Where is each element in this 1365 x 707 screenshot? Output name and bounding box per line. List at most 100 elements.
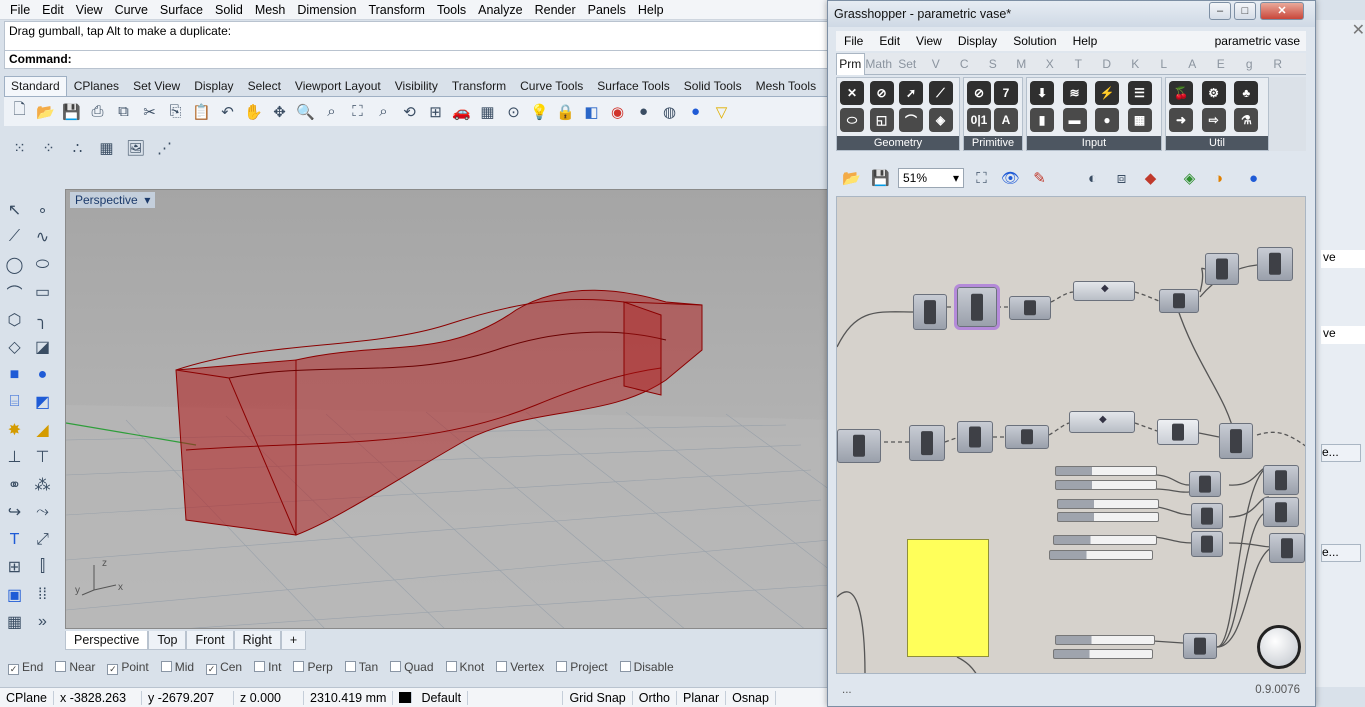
transform-icon[interactable]: ◢ xyxy=(31,418,54,441)
points-icon[interactable]: ∴ xyxy=(66,137,89,160)
open-folder-icon[interactable]: 📂 xyxy=(34,100,57,123)
component-icon[interactable]: 0|1 xyxy=(967,108,991,132)
boolean-icon[interactable]: ✸ xyxy=(3,418,26,441)
osnap-checkbox[interactable]: ✓ xyxy=(107,664,119,675)
osnap-int[interactable]: Int xyxy=(254,660,281,674)
move-icon[interactable]: ✥ xyxy=(268,100,291,123)
four-view-icon[interactable]: ⊞ xyxy=(424,100,447,123)
component-icon[interactable]: ⊘ xyxy=(869,81,894,105)
array-grid-icon[interactable]: ▦ xyxy=(3,611,26,634)
tab-curve-tools[interactable]: Curve Tools xyxy=(513,76,590,96)
gh-tab-r[interactable]: R xyxy=(1264,57,1293,71)
gh-component-node[interactable] xyxy=(837,429,881,463)
circle-icon[interactable]: ◯ xyxy=(3,253,26,276)
number-slider[interactable] xyxy=(1057,499,1159,509)
menu-item-help[interactable]: Help xyxy=(632,3,670,17)
yellow-panel-node[interactable] xyxy=(907,539,989,657)
viewport-menu-chevron-icon[interactable]: ▾ xyxy=(141,193,150,207)
menu-item-surface[interactable]: Surface xyxy=(154,3,209,17)
sphere-icon[interactable]: ● xyxy=(31,363,54,386)
tab-mesh-tools[interactable]: Mesh Tools xyxy=(749,76,823,96)
osnap-checkbox[interactable] xyxy=(496,661,508,672)
status-layer[interactable]: Default xyxy=(393,690,564,705)
gh-component-node[interactable] xyxy=(1183,633,1217,659)
osnap-point[interactable]: ✓ Point xyxy=(107,660,149,675)
grid-points-icon[interactable]: ▦ xyxy=(95,137,118,160)
box-icon[interactable]: ■ xyxy=(3,363,26,386)
explode-icon[interactable]: ⁂ xyxy=(31,473,54,496)
osnap-perp[interactable]: Perp xyxy=(293,660,333,674)
osnap-checkbox[interactable]: ✓ xyxy=(8,664,19,675)
bake-icon[interactable]: ◈ xyxy=(1178,167,1201,190)
mesh-icon[interactable]: ◩ xyxy=(31,391,54,414)
osnap-end[interactable]: ✓ End xyxy=(8,660,43,675)
dimension-icon[interactable]: ⤢ xyxy=(31,528,54,551)
gh-tab-m[interactable]: M xyxy=(1007,57,1036,71)
gh-component-node[interactable] xyxy=(1257,247,1293,281)
tab-surface-tools[interactable]: Surface Tools xyxy=(590,76,677,96)
gh-menu-help[interactable]: Help xyxy=(1065,34,1106,48)
osnap-checkbox[interactable] xyxy=(293,661,305,672)
car-icon[interactable]: 🚗 xyxy=(450,100,473,123)
component-icon[interactable]: ◱ xyxy=(869,108,894,132)
viewport-title[interactable]: Perspective ▾ xyxy=(70,192,156,208)
tab-standard[interactable]: Standard xyxy=(4,76,67,96)
osnap-checkbox[interactable] xyxy=(556,661,568,672)
component-icon[interactable]: ➜ xyxy=(1169,108,1193,132)
group-icon[interactable]: ▣ xyxy=(3,583,26,606)
more-tools-icon[interactable]: » xyxy=(31,611,54,634)
gh-component-node[interactable] xyxy=(1263,465,1299,495)
component-icon[interactable]: ⬭ xyxy=(840,108,864,132)
panel-button-1[interactable]: e... xyxy=(1321,444,1361,462)
grid-dots-icon[interactable]: ⁞⁞ xyxy=(31,583,54,606)
trim-icon[interactable]: ⊤ xyxy=(31,446,54,469)
gh-component-node[interactable] xyxy=(913,294,947,330)
osnap-disable[interactable]: Disable xyxy=(619,660,674,674)
osnap-near[interactable]: Near xyxy=(55,660,95,674)
options-icon[interactable]: ▽ xyxy=(710,100,733,123)
gh-document-name[interactable]: parametric vase xyxy=(1207,34,1306,48)
osnap-checkbox[interactable] xyxy=(55,661,67,672)
viewport-tab-front[interactable]: Front xyxy=(186,630,234,650)
tab-viewport-layout[interactable]: Viewport Layout xyxy=(288,76,388,96)
sketch-pen-icon[interactable]: ✎ xyxy=(1028,167,1051,190)
gh-expression-node[interactable]: ◆ xyxy=(1069,411,1135,433)
block-icon[interactable]: ⊞ xyxy=(3,556,26,579)
osnap-checkbox[interactable]: ✓ xyxy=(206,664,218,675)
gh-expression-node[interactable]: ◆ xyxy=(1073,281,1135,301)
image-icon[interactable]: 🖼 xyxy=(124,137,147,160)
gh-component-node[interactable] xyxy=(957,421,993,453)
ellipse-icon[interactable]: ⬭ xyxy=(31,253,54,276)
number-slider[interactable] xyxy=(1055,480,1157,490)
tab-visibility[interactable]: Visibility xyxy=(388,76,445,96)
menu-item-render[interactable]: Render xyxy=(529,3,582,17)
gh-component-node[interactable] xyxy=(1005,425,1049,449)
undo-icon[interactable]: ↶ xyxy=(216,100,239,123)
cylinder-icon[interactable]: ⌸ xyxy=(3,391,26,414)
component-icon[interactable]: ▮ xyxy=(1030,108,1054,132)
gh-component-node[interactable] xyxy=(1219,423,1253,459)
osnap-vertex[interactable]: Vertex xyxy=(496,660,544,674)
fillet-icon[interactable]: ↪ xyxy=(3,501,26,524)
osnap-checkbox[interactable] xyxy=(344,661,356,672)
osnap-checkbox[interactable] xyxy=(619,661,631,672)
component-group-label[interactable]: Input xyxy=(1027,136,1161,150)
gh-component-node[interactable] xyxy=(909,425,945,461)
component-icon[interactable]: ➚ xyxy=(899,81,923,105)
gh-tab-math[interactable]: Math xyxy=(865,57,894,71)
number-slider[interactable] xyxy=(1053,535,1157,545)
select-arrow-icon[interactable]: ↖ xyxy=(3,198,26,221)
shaded-preview-icon[interactable]: ◆ xyxy=(1139,167,1162,190)
panel-field-2[interactable]: ve xyxy=(1321,326,1365,344)
osnap-checkbox[interactable] xyxy=(390,661,402,672)
split-icon[interactable]: ⊥ xyxy=(3,446,26,469)
menu-item-view[interactable]: View xyxy=(70,3,109,17)
curve-icon[interactable]: ∿ xyxy=(31,226,54,249)
polygon-icon[interactable]: ⬡ xyxy=(3,308,26,331)
gh-tab-x[interactable]: X xyxy=(1036,57,1065,71)
gh-component-selected[interactable] xyxy=(954,284,1000,330)
gh-component-node[interactable] xyxy=(1159,289,1199,313)
menu-item-solid[interactable]: Solid xyxy=(209,3,249,17)
gh-tab-v[interactable]: V xyxy=(922,57,951,71)
gh-menu-solution[interactable]: Solution xyxy=(1005,34,1064,48)
